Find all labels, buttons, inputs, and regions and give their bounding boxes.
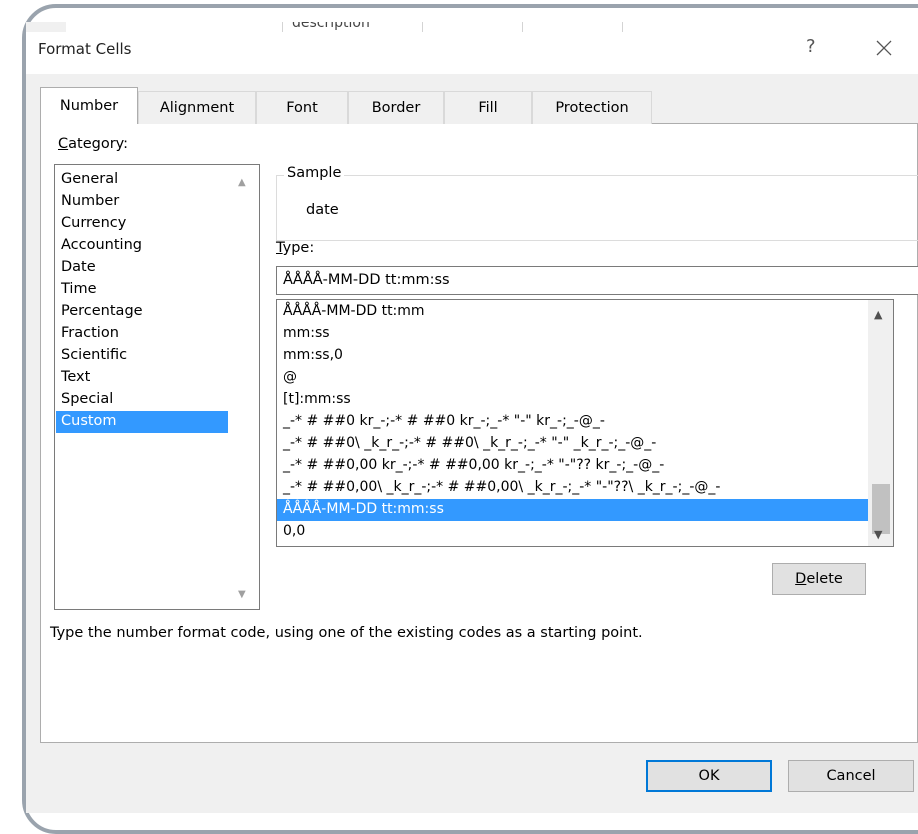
sample-group: [276, 175, 918, 241]
type-list-item[interactable]: _-* # ##0,00 kr_-;-* # ##0,00 kr_-;_-* "…: [277, 455, 870, 477]
type-list-item[interactable]: 0,0: [277, 521, 870, 543]
type-input[interactable]: ÅÅÅÅ-MM-DD tt:mm:ss: [276, 266, 918, 295]
type-list-scrollbar[interactable]: ▲ ▼: [868, 299, 894, 547]
chevron-down-icon[interactable]: ▼: [238, 589, 246, 600]
format-cells-dialog: description Format Cells ? Number Alignm…: [26, 22, 918, 813]
category-item-custom[interactable]: Custom: [56, 411, 228, 433]
type-list-item[interactable]: [t]:mm:ss: [277, 389, 870, 411]
tab-number[interactable]: Number: [40, 87, 138, 124]
type-list-item[interactable]: _-* # ##0,00\ _k_r_-;-* # ##0,00\ _k_r_-…: [277, 477, 870, 499]
type-list-item[interactable]: _-* # ##0\ _k_r_-;-* # ##0\ _k_r_-;_-* "…: [277, 433, 870, 455]
category-list[interactable]: General Number Currency Accounting Date …: [54, 164, 260, 610]
category-item-text[interactable]: Text: [56, 367, 228, 389]
dialog-footer: OK Cancel: [26, 743, 918, 813]
category-item-fraction[interactable]: Fraction: [56, 323, 228, 345]
scrollbar-thumb[interactable]: [872, 484, 890, 534]
delete-button-accesskey: D: [795, 571, 807, 587]
type-list-item[interactable]: mm:ss,0: [277, 345, 870, 367]
type-list-item[interactable]: mm:ss: [277, 323, 870, 345]
type-list-item[interactable]: ÅÅÅÅ-MM-DD tt:mm: [277, 301, 870, 323]
hint-text: Type the number format code, using one o…: [50, 625, 643, 641]
sample-value: date: [306, 202, 339, 218]
chevron-up-icon[interactable]: ▲: [238, 177, 246, 188]
category-item-accounting[interactable]: Accounting: [56, 235, 228, 257]
chevron-up-icon[interactable]: ▲: [874, 308, 882, 321]
sample-legend: Sample: [284, 165, 345, 181]
category-item-special[interactable]: Special: [56, 389, 228, 411]
tab-bar: Number Alignment Font Border Fill Protec…: [26, 87, 918, 127]
background-cell-text: description: [292, 22, 370, 31]
cancel-button[interactable]: Cancel: [788, 760, 914, 792]
category-item-number[interactable]: Number: [56, 191, 228, 213]
tab-alignment[interactable]: Alignment: [138, 91, 256, 124]
dialog-title: Format Cells: [38, 40, 132, 58]
type-list-item[interactable]: @: [277, 367, 870, 389]
category-label-accesskey: C: [58, 136, 69, 152]
title-bar: Format Cells ?: [26, 32, 918, 74]
delete-button-label: elete: [806, 571, 843, 587]
chevron-down-icon[interactable]: ▼: [874, 528, 882, 541]
category-item-time[interactable]: Time: [56, 279, 228, 301]
type-list[interactable]: ÅÅÅÅ-MM-DD tt:mm mm:ss mm:ss,0 @ [t]:mm:…: [276, 299, 894, 547]
type-label: Type:: [276, 240, 314, 256]
type-label-text: ype:: [282, 240, 315, 256]
close-icon[interactable]: [872, 36, 896, 60]
category-item-currency[interactable]: Currency: [56, 213, 228, 235]
delete-button[interactable]: Delete: [772, 563, 866, 595]
tab-fill[interactable]: Fill: [444, 91, 532, 124]
tab-border[interactable]: Border: [348, 91, 444, 124]
help-button[interactable]: ?: [806, 36, 816, 57]
category-item-general[interactable]: General: [56, 169, 228, 191]
type-list-item-selected[interactable]: ÅÅÅÅ-MM-DD tt:mm:ss: [277, 499, 870, 521]
type-list-item[interactable]: _-* # ##0 kr_-;-* # ##0 kr_-;_-* "-" kr_…: [277, 411, 870, 433]
tab-protection[interactable]: Protection: [532, 91, 652, 124]
category-item-date[interactable]: Date: [56, 257, 228, 279]
category-label-text: ategory:: [68, 136, 129, 152]
category-label: Category:: [58, 136, 128, 152]
category-item-percentage[interactable]: Percentage: [56, 301, 228, 323]
tab-font[interactable]: Font: [256, 91, 348, 124]
type-label-accesskey: T: [276, 240, 283, 256]
ok-button[interactable]: OK: [646, 760, 772, 792]
category-item-scientific[interactable]: Scientific: [56, 345, 228, 367]
